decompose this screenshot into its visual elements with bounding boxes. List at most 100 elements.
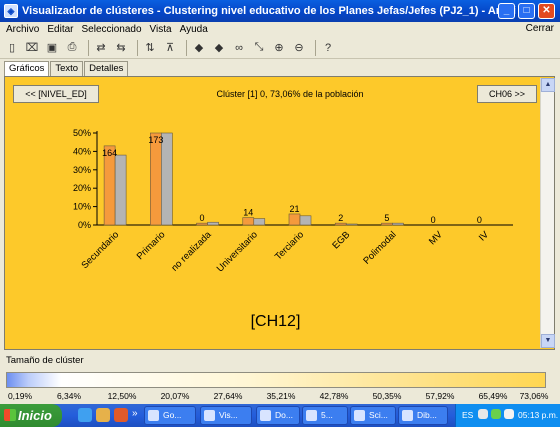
open-icon[interactable]: ⌧ — [24, 40, 40, 56]
zoom-fit-icon[interactable]: ⤡ — [251, 40, 267, 56]
print-icon[interactable]: ⎙ — [64, 40, 80, 56]
category-label: EGB — [330, 229, 352, 251]
bar — [253, 218, 266, 226]
size-tick-label: 50,35% — [372, 391, 402, 401]
category-label: Terciario — [273, 229, 306, 262]
menu-vista[interactable]: Vista — [150, 24, 172, 35]
size-tick-label: 73,06% — [519, 391, 549, 401]
menu-ayuda[interactable]: Ayuda — [180, 24, 208, 35]
category-label: Primario — [135, 229, 168, 262]
tray-icon[interactable] — [504, 409, 514, 419]
paint-icon — [402, 410, 413, 421]
bar-chart: 0% 10% 20% 30% 40% 50% 164 Secundario 173 Primari… — [73, 128, 513, 274]
y-tick-label: 50% — [73, 128, 91, 138]
firefox-icon[interactable] — [114, 408, 128, 422]
bar — [345, 223, 358, 226]
menu-cerrar[interactable]: Cerrar — [526, 23, 554, 34]
minimize-button[interactable]: _ — [498, 3, 515, 19]
help-icon[interactable]: ? — [320, 40, 336, 56]
data-label: 0 — [200, 213, 205, 223]
tab-detalles[interactable]: Detalles — [84, 61, 129, 76]
size-tick-label: 65,49% — [478, 391, 508, 401]
bar — [196, 222, 208, 226]
start-button[interactable]: Inicio — [0, 404, 62, 427]
data-label: 0 — [431, 215, 436, 225]
category-label: no realizada — [169, 229, 214, 274]
data-label: 5 — [384, 213, 389, 223]
tab-bar: Gráficos Texto Detalles — [4, 61, 129, 77]
close-button[interactable]: ✕ — [538, 3, 555, 19]
y-tick-label: 0% — [78, 220, 91, 230]
y-tick-label: 10% — [73, 202, 91, 212]
cluster-size-bar — [6, 372, 546, 388]
task-item[interactable]: Go... — [144, 406, 196, 425]
category-label: Universitario — [215, 229, 260, 274]
size-tick-label: 6,34% — [56, 391, 82, 401]
data-label: 14 — [243, 208, 253, 218]
swap-alt-icon[interactable]: ⇆ — [113, 40, 129, 56]
data-label: 173 — [148, 135, 163, 145]
toolbar: ▯ ⌧ ▣ ⎙ ⇄ ⇆ ⇅ ⊼ ◆ ◆ ∞ ⤡ ⊕ ⊖ ? — [0, 37, 560, 59]
chart-panel: << [NIVEL_ED] Clúster [1] 0, 73,06% de l… — [4, 76, 555, 350]
bar — [150, 132, 162, 226]
bar — [242, 217, 255, 226]
arrow-left-icon[interactable]: ◆ — [191, 40, 207, 56]
new-icon[interactable]: ▯ — [4, 40, 20, 56]
task-item[interactable]: Dib... — [398, 406, 448, 425]
category-label: Polimodal — [361, 229, 398, 266]
data-label: 21 — [289, 204, 299, 214]
swap-icon[interactable]: ⇄ — [93, 40, 109, 56]
data-label: 0 — [477, 215, 482, 225]
size-tick-label: 12,50% — [107, 391, 137, 401]
task-item[interactable]: 5... — [302, 406, 348, 425]
find-icon[interactable]: ∞ — [231, 40, 247, 56]
size-tick-label: 27,64% — [213, 391, 243, 401]
tray-icon[interactable] — [478, 409, 488, 419]
menu-editar[interactable]: Editar — [47, 24, 73, 35]
y-tick-label: 30% — [73, 165, 91, 175]
bar — [381, 222, 393, 226]
window-title: Visualizador de clústeres - Clustering n… — [22, 5, 516, 17]
category-label: Secundario — [79, 229, 121, 271]
maximize-button[interactable]: □ — [518, 3, 535, 19]
data-label: 2 — [338, 213, 343, 223]
bar — [392, 222, 404, 226]
browser-icon — [148, 410, 159, 421]
filter-icon[interactable]: ⊼ — [162, 40, 178, 56]
ie-icon[interactable] — [78, 408, 92, 422]
size-tick-label: 57,92% — [425, 391, 455, 401]
arrow-right-icon[interactable]: ◆ — [211, 40, 227, 56]
language-indicator[interactable]: ES — [462, 404, 473, 427]
y-tick-label: 40% — [73, 146, 91, 156]
quicklaunch-chevron[interactable]: » — [132, 408, 138, 419]
zoom-out-icon[interactable]: ⊖ — [291, 40, 307, 56]
system-tray: ES 05:13 p.m. — [455, 404, 560, 427]
task-item[interactable]: Sci... — [350, 406, 396, 425]
script-icon — [354, 410, 365, 421]
menu-archivo[interactable]: Archivo — [6, 24, 39, 35]
menu-seleccionado[interactable]: Seleccionado — [81, 24, 141, 35]
windows-logo-icon — [4, 409, 16, 421]
scroll-up-icon[interactable]: ▲ — [541, 78, 555, 92]
scroll-down-icon[interactable]: ▼ — [541, 334, 555, 348]
data-label: 164 — [102, 148, 117, 158]
bar — [334, 222, 347, 226]
cluster-size-ticks: 0,19% 6,34% 12,50% 20,07% 27,64% 35,21% 42,78%… — [6, 391, 554, 401]
tab-texto[interactable]: Texto — [50, 61, 84, 76]
folder-icon[interactable] — [96, 408, 110, 422]
zoom-in-icon[interactable]: ⊕ — [271, 40, 287, 56]
folder-icon — [306, 410, 317, 421]
task-item[interactable]: Vis... — [200, 406, 252, 425]
vertical-scrollbar[interactable]: ▲ ▼ — [540, 78, 555, 348]
size-tick-label: 0,19% — [7, 391, 33, 401]
bar — [207, 221, 219, 226]
tab-graficos[interactable]: Gráficos — [4, 61, 50, 77]
save-icon[interactable]: ▣ — [44, 40, 60, 56]
sort-icon[interactable]: ⇅ — [142, 40, 158, 56]
size-tick-label: 42,78% — [319, 391, 349, 401]
size-tick-label: 35,21% — [266, 391, 296, 401]
task-item[interactable]: Do... — [256, 406, 300, 425]
tray-icon[interactable] — [491, 409, 501, 419]
taskbar: Inicio » Go... Vis... Do... 5... Sci... … — [0, 404, 560, 427]
start-label: Inicio — [18, 408, 52, 423]
